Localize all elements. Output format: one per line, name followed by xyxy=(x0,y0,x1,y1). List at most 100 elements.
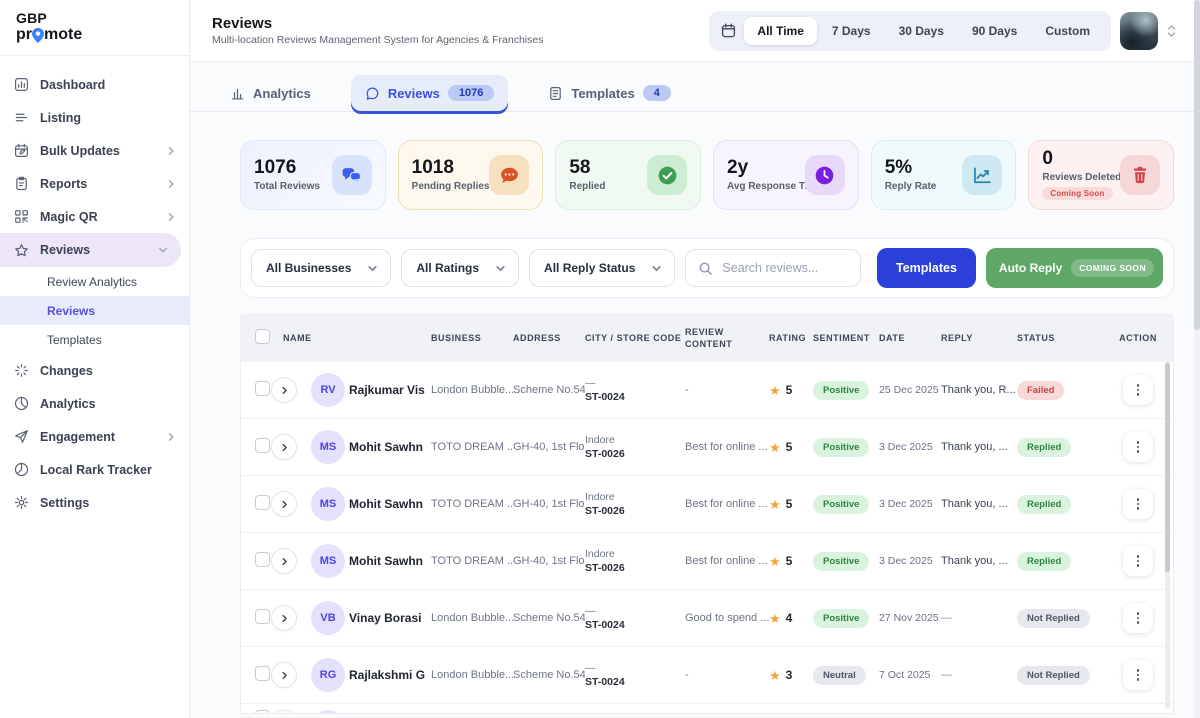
user-avatar[interactable] xyxy=(1120,12,1158,50)
rating-value: 4 xyxy=(786,611,793,625)
brand-logo[interactable]: GBP prmote xyxy=(0,0,189,56)
reviewer-name: Mohit Sawhn xyxy=(349,554,431,568)
stat-value: 1018 xyxy=(412,158,490,178)
address: GH-40, 1st Flo... xyxy=(513,441,585,453)
sidebar-item-label: Analytics xyxy=(40,397,96,411)
row-actions-menu-button[interactable] xyxy=(1123,489,1153,519)
sidebar-item-templates[interactable]: Templates xyxy=(0,325,189,354)
sidebar-item-analytics[interactable]: Analytics xyxy=(0,387,189,420)
sidebar-item-label: Templates xyxy=(47,333,102,347)
ratings-filter-dropdown[interactable]: All Ratings xyxy=(401,249,519,287)
sidebar-item-local-rark-tracker[interactable]: Local Rark Tracker xyxy=(0,453,189,486)
page-scrollbar[interactable] xyxy=(1194,0,1200,718)
rating-value: 5 xyxy=(786,497,793,511)
star-icon: ★ xyxy=(769,669,781,682)
expand-row-button[interactable] xyxy=(271,710,297,714)
row-checkbox[interactable] xyxy=(241,704,271,714)
status-badge: Replied xyxy=(1017,495,1071,514)
sentiment-badge: Positive xyxy=(813,495,869,514)
rating: ★ 3 xyxy=(769,668,813,682)
stat-label: Reply Rate xyxy=(885,181,937,192)
sidebar-item-dashboard[interactable]: Dashboard xyxy=(0,68,189,101)
address: GH-40, 1st Flo... xyxy=(513,498,585,510)
table-scrollbar[interactable] xyxy=(1165,361,1170,709)
engagement-icon xyxy=(13,429,29,445)
avatar: RV xyxy=(311,373,345,407)
sidebar-item-review-analytics[interactable]: Review Analytics xyxy=(0,267,189,296)
sidebar-item-label: Magic QR xyxy=(40,210,98,224)
sentiment: Positive xyxy=(813,609,879,628)
rating: ★ 4 xyxy=(769,611,813,625)
expand-row-button[interactable] xyxy=(271,377,297,403)
rating-value: 5 xyxy=(786,383,793,397)
row-actions-menu-button[interactable] xyxy=(1123,432,1153,462)
row-checkbox[interactable] xyxy=(241,552,271,570)
sidebar-item-label: Engagement xyxy=(40,430,115,444)
reviews-table: NAME BUSINESS ADDRESS CITY / STORE CODE … xyxy=(240,314,1174,714)
reviewer-name: Rajkumar Vis xyxy=(349,383,431,397)
expand-row-button[interactable] xyxy=(271,605,297,631)
chevron-down-icon xyxy=(367,263,378,274)
sidebar-item-magic-qr[interactable]: Magic QR xyxy=(0,200,189,233)
sentiment: Positive xyxy=(813,495,879,514)
city: Indore xyxy=(585,434,679,447)
star-icon: ★ xyxy=(769,384,781,397)
sidebar-item-listing[interactable]: Listing xyxy=(0,101,189,134)
sentiment: Positive xyxy=(813,381,879,400)
rating: ★ 5 xyxy=(769,554,813,568)
sidebar-item-changes[interactable]: Changes xyxy=(0,354,189,387)
tab-templates[interactable]: Templates 4 xyxy=(534,75,684,111)
select-all-checkbox[interactable] xyxy=(241,329,271,347)
account-selector-icon[interactable] xyxy=(1167,24,1176,38)
tab-analytics[interactable]: Analytics xyxy=(216,75,325,111)
row-checkbox[interactable] xyxy=(241,438,271,456)
sidebar-item-settings[interactable]: Settings xyxy=(0,486,189,519)
expand-row-button[interactable] xyxy=(271,434,297,460)
stat-text: 58 Replied xyxy=(569,158,605,192)
city-store-code: — ST-0024 xyxy=(585,605,685,631)
row-actions-menu-button[interactable] xyxy=(1123,603,1153,633)
city: — xyxy=(585,605,679,618)
expand-row-button[interactable] xyxy=(271,548,297,574)
rating: ★ 5 xyxy=(769,440,813,454)
sidebar-item-engagement[interactable]: Engagement xyxy=(0,420,189,453)
reviewer-name: Rajlakshmi G xyxy=(349,668,431,682)
expand-row-button[interactable] xyxy=(271,491,297,517)
sidebar-item-bulk-updates[interactable]: Bulk Updates xyxy=(0,134,189,167)
stat-value: 0 xyxy=(1042,149,1120,169)
expand-row-button[interactable] xyxy=(271,662,297,688)
reviewer-name: Vinay Borasi xyxy=(349,611,431,625)
stats-row: 1076 Total Reviews 1018 Pending Replies … xyxy=(240,140,1174,210)
trash-icon xyxy=(1120,155,1160,195)
sidebar-item-label: Reviews xyxy=(40,243,90,257)
row-actions-menu-button[interactable] xyxy=(1123,660,1153,690)
address: Scheme No.54,... xyxy=(513,384,585,396)
row-checkbox[interactable] xyxy=(241,609,271,627)
row-checkbox[interactable] xyxy=(241,666,271,684)
tab-label: Analytics xyxy=(253,86,311,101)
row-actions-menu-button[interactable] xyxy=(1123,375,1153,405)
templates-button[interactable]: Templates xyxy=(877,248,976,288)
column-header-review-content: REVIEW CONTENT xyxy=(685,326,769,350)
row-checkbox[interactable] xyxy=(241,381,271,399)
businesses-filter-dropdown[interactable]: All Businesses xyxy=(251,249,391,287)
column-header-sentiment: SENTIMENT xyxy=(813,332,879,344)
city-store-code: — ST-0024 xyxy=(585,377,685,403)
time-filter-30-days[interactable]: 30 Days xyxy=(886,17,957,45)
sidebar-item-label: Reports xyxy=(40,177,87,191)
time-filter-7-days[interactable]: 7 Days xyxy=(819,17,884,45)
reply-status-filter-dropdown[interactable]: All Reply Status xyxy=(529,249,675,287)
sidebar-item-reviews[interactable]: Reviews xyxy=(0,296,189,325)
row-actions-menu-button[interactable] xyxy=(1123,546,1153,576)
sidebar-item-reports[interactable]: Reports xyxy=(0,167,189,200)
time-filter-custom[interactable]: Custom xyxy=(1032,17,1103,45)
time-filter-90-days[interactable]: 90 Days xyxy=(959,17,1030,45)
row-checkbox[interactable] xyxy=(241,495,271,513)
sentiment: Positive xyxy=(813,438,879,457)
search-input[interactable] xyxy=(722,261,848,275)
tab-reviews[interactable]: Reviews 1076 xyxy=(351,75,509,111)
time-filter-all-time[interactable]: All Time xyxy=(744,17,816,45)
auto-reply-button[interactable]: Auto Reply COMING SOON xyxy=(986,248,1163,288)
reply-status-filter-label: All Reply Status xyxy=(544,261,635,275)
sidebar-item-reviews[interactable]: Reviews xyxy=(0,233,181,267)
